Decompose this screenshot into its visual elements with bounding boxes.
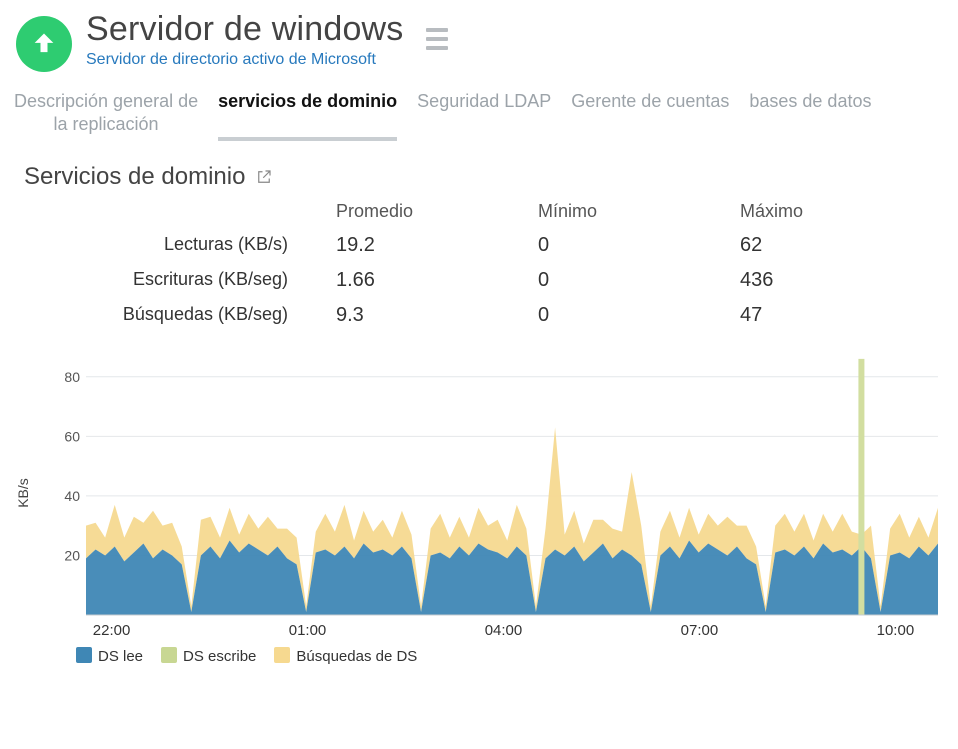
row-reads-min: 0	[538, 234, 728, 257]
row-writes-max: 436	[740, 269, 930, 292]
svg-text:40: 40	[64, 488, 80, 504]
row-reads-label: Lecturas (KB/s)	[24, 234, 324, 257]
page-subtitle[interactable]: Servidor de directorio activo de Microso…	[86, 51, 404, 69]
svg-text:01:00: 01:00	[289, 622, 327, 639]
svg-text:60: 60	[64, 428, 80, 444]
row-searches-max: 47	[740, 304, 930, 327]
chart-container: KB/s 20 40 60 80 22:00 01:00 04:00 07:00 10:00	[10, 341, 952, 641]
external-link-icon[interactable]	[255, 168, 273, 186]
page-title: Servidor de windows	[86, 10, 404, 49]
row-writes-avg: 1.66	[336, 269, 526, 292]
col-min: Mínimo	[538, 197, 728, 222]
row-reads-max: 62	[740, 234, 930, 257]
legend-item-writes: DS escribe	[161, 647, 256, 665]
y-axis-label: KB/s	[15, 478, 31, 508]
col-max: Máximo	[740, 197, 930, 222]
svg-text:07:00: 07:00	[681, 622, 719, 639]
svg-text:22:00: 22:00	[93, 622, 131, 639]
titles: Servidor de windows Servidor de director…	[86, 10, 404, 69]
tab-bar: Descripción general de la replicación se…	[10, 90, 952, 141]
svg-text:04:00: 04:00	[485, 622, 523, 639]
tab-replication-overview[interactable]: Descripción general de la replicación	[14, 90, 198, 141]
svg-text:20: 20	[64, 547, 80, 563]
area-chart: 20 40 60 80 22:00 01:00 04:00 07:00 10:00	[58, 341, 942, 641]
row-reads-avg: 19.2	[336, 234, 526, 257]
row-writes-label: Escrituras (KB/seg)	[24, 269, 324, 292]
col-avg: Promedio	[336, 197, 526, 222]
tab-domain-services[interactable]: servicios de dominio	[218, 90, 397, 141]
legend-item-reads: DS lee	[76, 647, 143, 665]
tab-ldap-security[interactable]: Seguridad LDAP	[417, 90, 551, 141]
tab-account-manager[interactable]: Gerente de cuentas	[571, 90, 729, 141]
menu-icon[interactable]	[426, 28, 448, 50]
row-searches-min: 0	[538, 304, 728, 327]
svg-text:80: 80	[64, 369, 80, 385]
tab-databases[interactable]: bases de datos	[749, 90, 871, 141]
chart-legend: DS lee DS escribe Búsquedas de DS	[76, 647, 952, 665]
status-up-icon	[16, 16, 72, 72]
page-header: Servidor de windows Servidor de director…	[10, 6, 952, 72]
stats-table: Promedio Mínimo Máximo Lecturas (KB/s) 1…	[24, 197, 938, 327]
section-title: Servicios de dominio	[24, 163, 952, 191]
section-title-text: Servicios de dominio	[24, 163, 245, 191]
row-searches-label: Búsquedas (KB/seg)	[24, 304, 324, 327]
row-writes-min: 0	[538, 269, 728, 292]
row-searches-avg: 9.3	[336, 304, 526, 327]
svg-text:10:00: 10:00	[877, 622, 915, 639]
legend-item-searches: Búsquedas de DS	[274, 647, 417, 665]
